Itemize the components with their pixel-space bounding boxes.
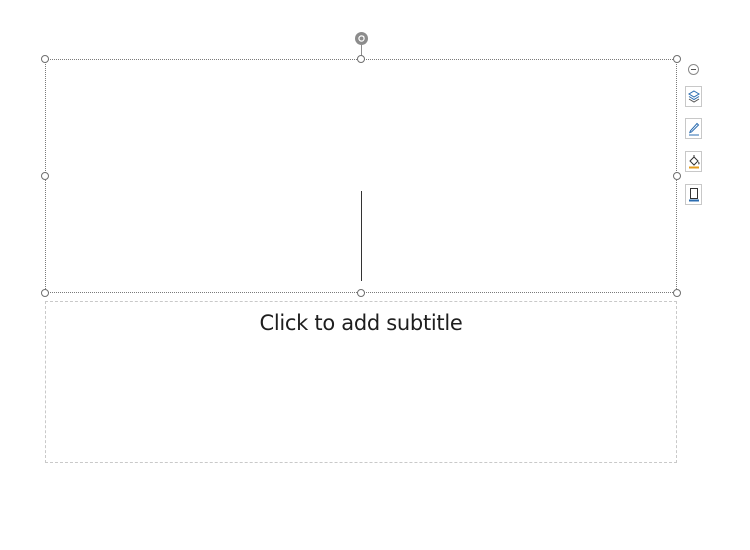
rotate-icon bbox=[358, 35, 365, 42]
layers-icon bbox=[687, 90, 700, 103]
subtitle-placeholder-text: Click to add subtitle bbox=[259, 311, 463, 335]
shape-outline-button[interactable] bbox=[685, 184, 702, 205]
collapse-icon bbox=[691, 69, 696, 70]
rotate-handle[interactable] bbox=[355, 32, 368, 45]
resize-handle-bottom[interactable] bbox=[357, 289, 365, 297]
resize-handle-right[interactable] bbox=[673, 172, 681, 180]
subtitle-placeholder[interactable]: Click to add subtitle bbox=[45, 301, 677, 463]
resize-handle-bottom-left[interactable] bbox=[41, 289, 49, 297]
collapse-button[interactable] bbox=[688, 64, 699, 75]
resize-handle-top-right[interactable] bbox=[673, 55, 681, 63]
shape-fill-button[interactable] bbox=[685, 151, 702, 172]
resize-handle-left[interactable] bbox=[41, 172, 49, 180]
layout-options-button[interactable] bbox=[685, 86, 702, 107]
pen-icon bbox=[688, 122, 699, 135]
text-caret bbox=[361, 191, 362, 281]
shape-outline-icon bbox=[688, 188, 699, 202]
fill-bucket-icon bbox=[688, 155, 699, 169]
resize-handle-top[interactable] bbox=[357, 55, 365, 63]
pen-button[interactable] bbox=[685, 118, 702, 139]
resize-handle-bottom-right[interactable] bbox=[673, 289, 681, 297]
resize-handle-top-left[interactable] bbox=[41, 55, 49, 63]
